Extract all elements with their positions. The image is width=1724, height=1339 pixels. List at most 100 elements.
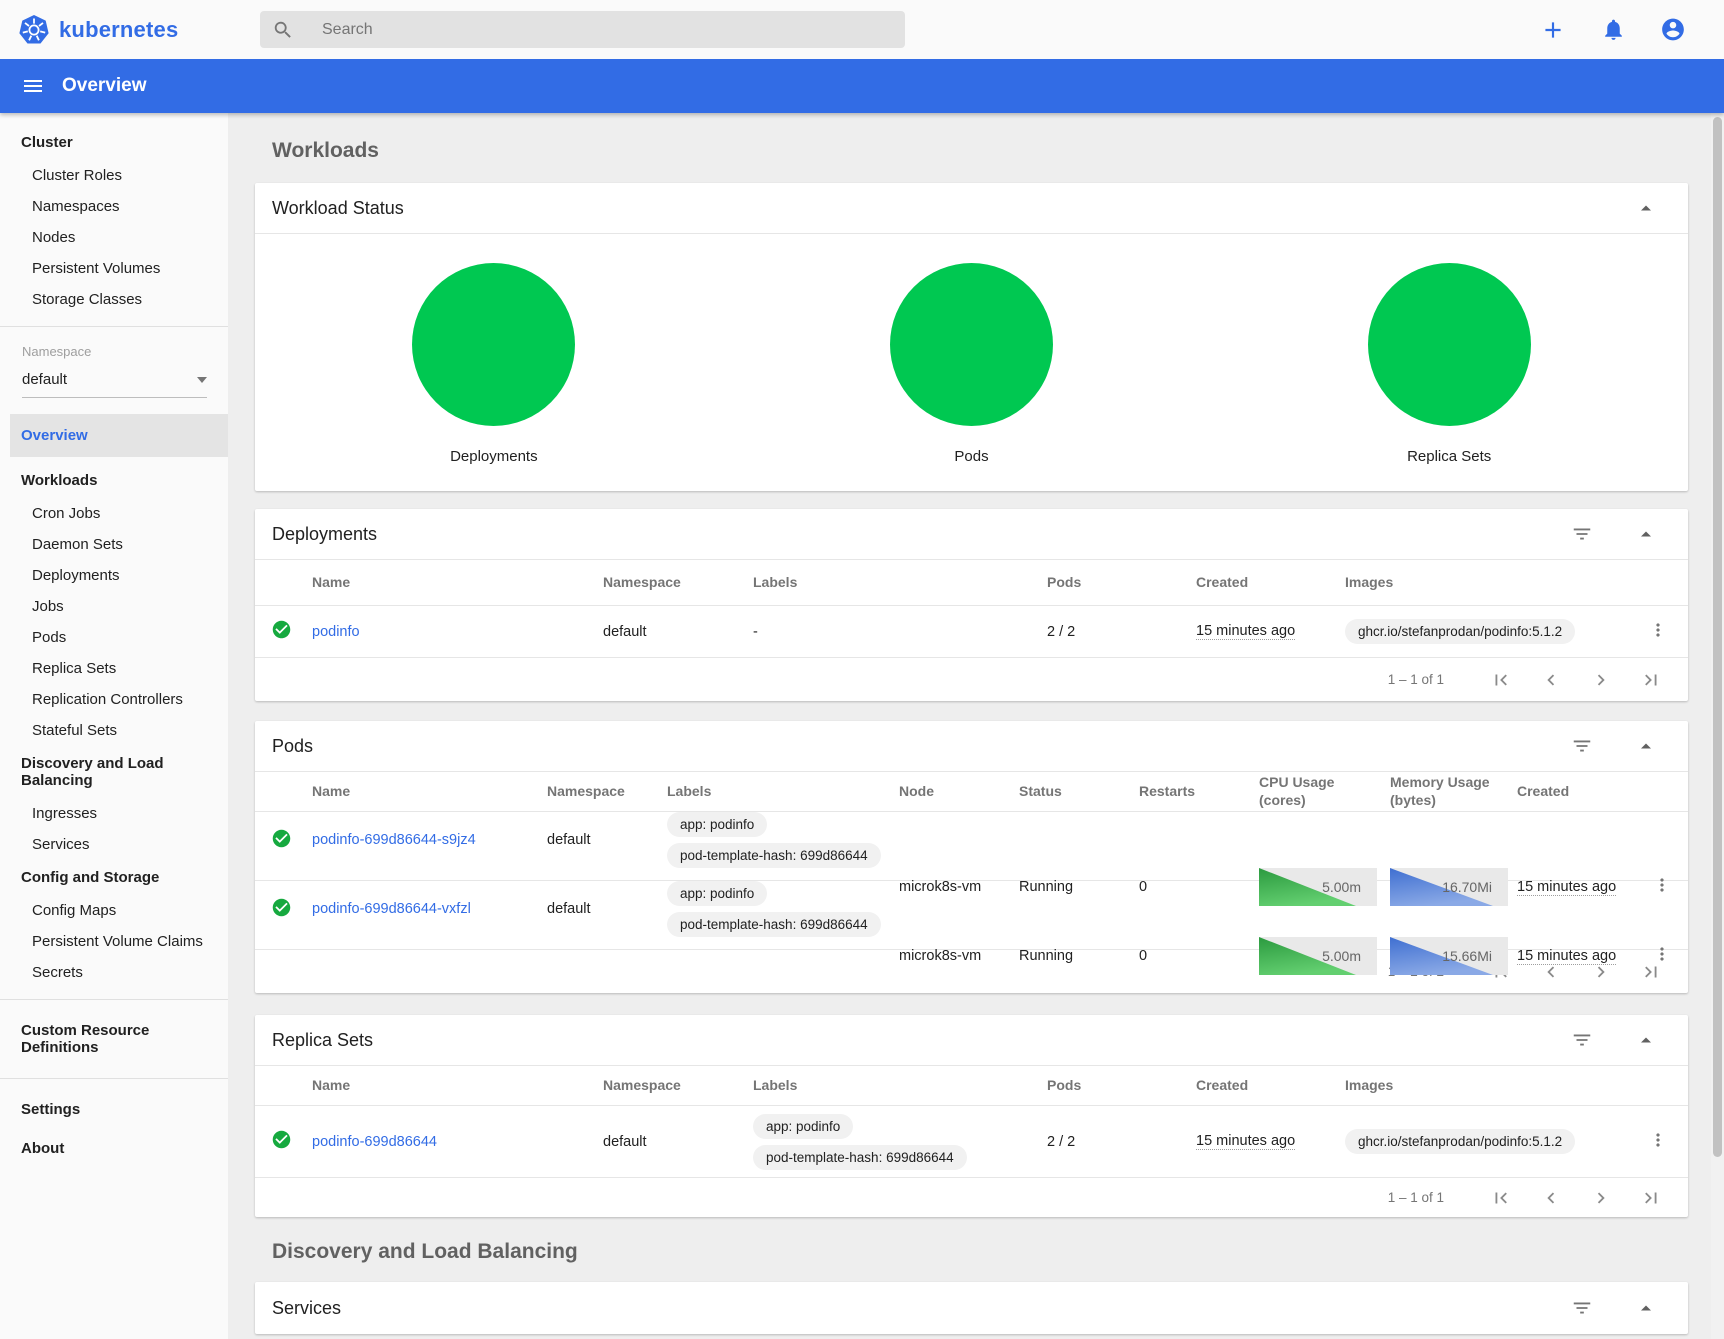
col-memory: Memory Usage (bytes) bbox=[1390, 774, 1517, 809]
collapse-button[interactable] bbox=[1634, 1296, 1658, 1320]
last-page-button[interactable] bbox=[1640, 1187, 1662, 1209]
sidebar-item-ingresses[interactable]: Ingresses bbox=[0, 798, 228, 829]
pod-name-link[interactable]: podinfo-699d86644-s9jz4 bbox=[312, 832, 476, 848]
hamburger-icon bbox=[21, 74, 45, 98]
col-images: Images bbox=[1345, 574, 1645, 592]
first-page-button[interactable] bbox=[1490, 1187, 1512, 1209]
filter-button[interactable] bbox=[1570, 1028, 1594, 1052]
menu-button[interactable] bbox=[20, 73, 46, 99]
sidebar-item-nodes[interactable]: Nodes bbox=[0, 222, 228, 253]
collapse-button[interactable] bbox=[1634, 522, 1658, 546]
pods-status-chart: Pods bbox=[733, 234, 1211, 491]
replica-set-namespace: default bbox=[603, 1134, 753, 1150]
pod-name-link[interactable]: podinfo-699d86644-vxfzl bbox=[312, 901, 471, 917]
replica-set-pods: 2 / 2 bbox=[1047, 1134, 1196, 1150]
scrollbar-thumb[interactable] bbox=[1713, 117, 1722, 1157]
namespace-label: Namespace bbox=[22, 344, 207, 359]
deployments-title: Deployments bbox=[272, 524, 377, 545]
last-page-button[interactable] bbox=[1640, 961, 1662, 983]
sidebar-item-pods[interactable]: Pods bbox=[0, 622, 228, 653]
sidebar-item-settings[interactable]: Settings bbox=[0, 1090, 228, 1129]
next-page-button[interactable] bbox=[1590, 669, 1612, 691]
sidebar-header-workloads: Workloads bbox=[0, 463, 228, 498]
replica-sets-status-chart: Replica Sets bbox=[1210, 234, 1688, 491]
next-page-button[interactable] bbox=[1590, 961, 1612, 983]
replica-set-name-link[interactable]: podinfo-699d86644 bbox=[312, 1134, 437, 1150]
replica-sets-table-header: Name Namespace Labels Pods Created Image… bbox=[255, 1066, 1688, 1106]
sidebar-item-jobs[interactable]: Jobs bbox=[0, 591, 228, 622]
prev-page-button[interactable] bbox=[1540, 961, 1562, 983]
sidebar-item-secrets[interactable]: Secrets bbox=[0, 957, 228, 988]
collapse-button[interactable] bbox=[1634, 196, 1658, 220]
pod-label-chip: pod-template-hash: 699d86644 bbox=[667, 843, 881, 868]
collapse-button[interactable] bbox=[1634, 734, 1658, 758]
sidebar-item-namespaces[interactable]: Namespaces bbox=[0, 191, 228, 222]
app-bar: Overview bbox=[0, 59, 1724, 113]
kubernetes-logo[interactable]: kubernetes bbox=[18, 14, 248, 46]
vertical-scrollbar[interactable] bbox=[1711, 113, 1724, 1339]
sidebar-item-replica-sets[interactable]: Replica Sets bbox=[0, 653, 228, 684]
deployments-status-circle bbox=[412, 263, 575, 426]
filter-icon bbox=[1571, 523, 1593, 545]
col-labels: Labels bbox=[753, 574, 1047, 592]
account-button[interactable] bbox=[1660, 17, 1686, 43]
sidebar-item-stateful-sets[interactable]: Stateful Sets bbox=[0, 715, 228, 746]
row-menu-button[interactable] bbox=[1648, 620, 1688, 644]
plus-icon bbox=[1540, 17, 1566, 43]
collapse-button[interactable] bbox=[1634, 1028, 1658, 1052]
sidebar-item-persistent-volumes[interactable]: Persistent Volumes bbox=[0, 253, 228, 284]
prev-page-button[interactable] bbox=[1540, 1187, 1562, 1209]
pagination-range: 1 – 1 of 1 bbox=[1388, 1190, 1444, 1205]
sidebar-item-deployments[interactable]: Deployments bbox=[0, 560, 228, 591]
next-page-button[interactable] bbox=[1590, 1187, 1612, 1209]
col-labels: Labels bbox=[667, 783, 899, 801]
sidebar-item-daemon-sets[interactable]: Daemon Sets bbox=[0, 529, 228, 560]
prev-page-button[interactable] bbox=[1540, 669, 1562, 691]
first-page-button[interactable] bbox=[1490, 669, 1512, 691]
kubernetes-logo-icon bbox=[18, 14, 50, 46]
sidebar-item-storage-classes[interactable]: Storage Classes bbox=[0, 284, 228, 315]
triangle-up-icon bbox=[1634, 734, 1658, 758]
filter-button[interactable] bbox=[1570, 522, 1594, 546]
sidebar-item-config-maps[interactable]: Config Maps bbox=[0, 895, 228, 926]
pod-node: microk8s-vm bbox=[899, 948, 1019, 964]
table-row: podinfo-699d86644 default app: podinfo p… bbox=[255, 1106, 1688, 1178]
notifications-button[interactable] bbox=[1600, 17, 1626, 43]
kebab-icon bbox=[1648, 1130, 1668, 1150]
row-menu-button[interactable] bbox=[1652, 875, 1692, 899]
chevron-down-icon bbox=[197, 377, 207, 383]
row-menu-button[interactable] bbox=[1648, 1130, 1688, 1154]
create-resource-button[interactable] bbox=[1540, 17, 1566, 43]
filter-button[interactable] bbox=[1570, 734, 1594, 758]
sidebar-item-about[interactable]: About bbox=[0, 1129, 228, 1168]
main-content: Workloads Workload Status Deployments Po… bbox=[228, 113, 1706, 1339]
deployments-status-label: Deployments bbox=[450, 448, 538, 465]
col-created: Created bbox=[1517, 783, 1652, 801]
sidebar-divider bbox=[0, 1078, 228, 1079]
pods-status-circle bbox=[890, 263, 1053, 426]
chevron-right-icon bbox=[1590, 669, 1612, 691]
sidebar-item-cron-jobs[interactable]: Cron Jobs bbox=[0, 498, 228, 529]
col-status: Status bbox=[1019, 783, 1139, 801]
sidebar-item-cluster-roles[interactable]: Cluster Roles bbox=[0, 160, 228, 191]
workloads-section-heading: Workloads bbox=[272, 139, 1697, 164]
check-circle-icon bbox=[271, 897, 292, 918]
col-namespace: Namespace bbox=[603, 574, 753, 592]
check-circle-icon bbox=[271, 619, 292, 640]
table-row: podinfo-699d86644-s9jz4 default app: pod… bbox=[255, 812, 1688, 881]
sidebar-item-custom-resource-definitions[interactable]: Custom Resource Definitions bbox=[0, 1011, 228, 1067]
col-name: Name bbox=[312, 783, 547, 801]
namespace-select[interactable]: default bbox=[22, 371, 207, 398]
sidebar-item-services[interactable]: Services bbox=[0, 829, 228, 860]
search-input[interactable] bbox=[322, 21, 842, 39]
sidebar-item-replication-controllers[interactable]: Replication Controllers bbox=[0, 684, 228, 715]
kebab-icon bbox=[1652, 875, 1672, 895]
deployment-name-link[interactable]: podinfo bbox=[312, 624, 360, 640]
col-created: Created bbox=[1196, 574, 1345, 592]
sidebar-item-persistent-volume-claims[interactable]: Persistent Volume Claims bbox=[0, 926, 228, 957]
search-box[interactable] bbox=[260, 11, 905, 48]
chevron-left-icon bbox=[1540, 669, 1562, 691]
filter-button[interactable] bbox=[1570, 1296, 1594, 1320]
sidebar-item-overview[interactable]: Overview bbox=[10, 414, 228, 457]
last-page-button[interactable] bbox=[1640, 669, 1662, 691]
